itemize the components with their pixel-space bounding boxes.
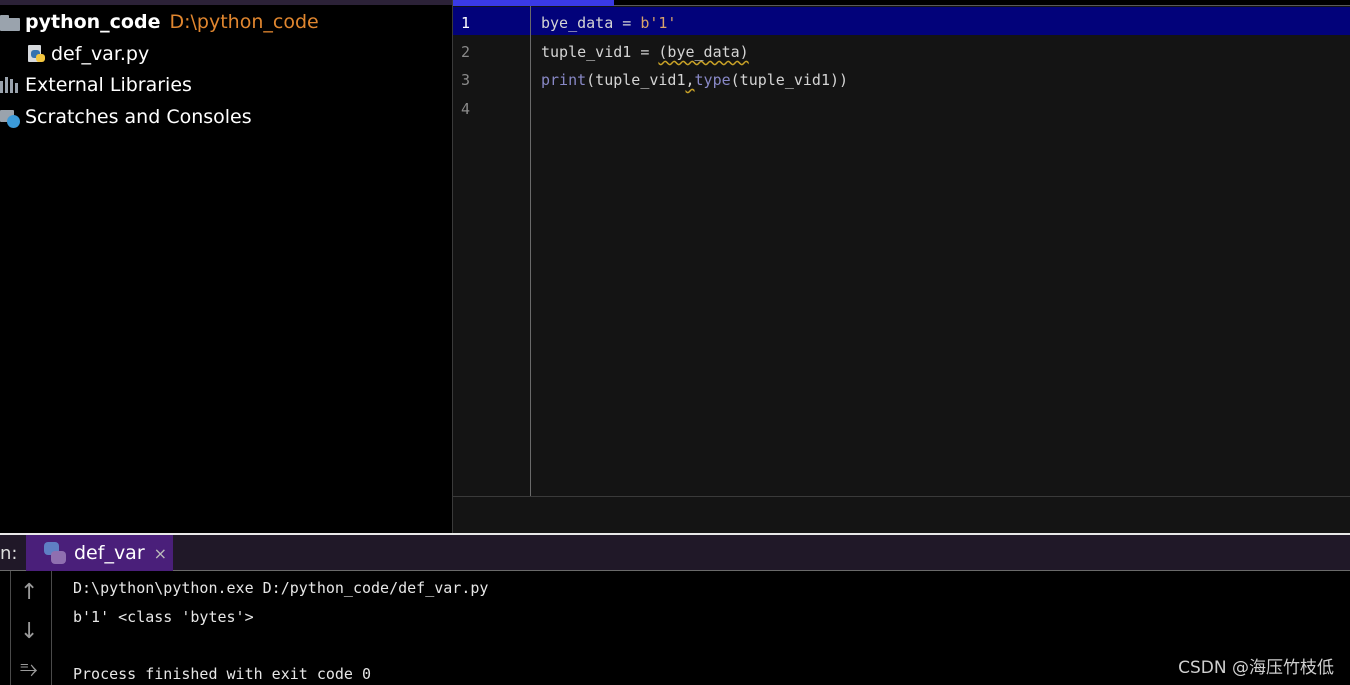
scratches-icon bbox=[0, 107, 22, 128]
console-line: b'1' <class 'bytes'> bbox=[73, 608, 254, 626]
soft-wrap-icon[interactable]: ⥱ bbox=[20, 659, 38, 681]
code-line-2[interactable]: tuple_vid1 = (bye_data) bbox=[541, 43, 749, 61]
arrow-down-icon[interactable]: ↓ bbox=[20, 621, 38, 643]
line-number: 3 bbox=[461, 71, 471, 89]
scratches-label: Scratches and Consoles bbox=[25, 106, 252, 128]
tree-item-def-var-file[interactable]: def_var.py bbox=[26, 40, 149, 68]
arrow-up-icon[interactable]: ↑ bbox=[20, 582, 38, 604]
redundant-parentheses-warning: (bye_data) bbox=[658, 43, 749, 61]
pep8-comma-warning: , bbox=[685, 71, 695, 89]
code-line-1[interactable]: bye_data = b'1' bbox=[541, 14, 676, 32]
line-number: 1 bbox=[461, 14, 471, 32]
run-tab-label: def_var bbox=[74, 542, 145, 564]
run-label: n: bbox=[0, 543, 18, 564]
python-icon bbox=[44, 542, 66, 564]
run-tool-window-header: n: def_var × bbox=[0, 533, 1350, 571]
file-name: def_var.py bbox=[51, 43, 150, 65]
line-number: 2 bbox=[461, 43, 471, 61]
console-line: Process finished with exit code 0 bbox=[73, 665, 372, 683]
project-name: python_code bbox=[25, 11, 161, 33]
run-console[interactable]: ↑ ↓ ⥱ D:\python\python.exe D:/python_cod… bbox=[0, 571, 1350, 685]
project-path: D:\python_code bbox=[169, 11, 319, 33]
editor-tab-strip bbox=[453, 0, 1350, 6]
line-number: 4 bbox=[461, 100, 471, 118]
panel-top-strip bbox=[0, 0, 452, 5]
console-line: D:\python\python.exe D:/python_code/def_… bbox=[73, 579, 489, 597]
external-libraries-label: External Libraries bbox=[25, 74, 192, 96]
library-icon bbox=[0, 75, 22, 95]
code-line-3[interactable]: print(tuple_vid1,type(tuple_vid1)) bbox=[541, 71, 848, 89]
tree-item-external-libraries[interactable]: External Libraries bbox=[0, 71, 192, 99]
close-icon[interactable]: × bbox=[154, 544, 167, 563]
code-editor[interactable]: 1 2 3 4 bye_data = b'1' tuple_vid1 = (by… bbox=[452, 0, 1350, 533]
tree-item-project-root[interactable]: python_code D:\python_code bbox=[0, 8, 319, 36]
project-panel: python_code D:\python_code def_var.py Ex… bbox=[0, 0, 452, 533]
tree-item-scratches[interactable]: Scratches and Consoles bbox=[0, 103, 252, 131]
editor-bottom-border bbox=[453, 496, 1350, 497]
python-file-icon bbox=[26, 44, 48, 64]
run-tab-def-var[interactable]: def_var × bbox=[26, 535, 173, 571]
watermark: CSDN @海压竹枝低 bbox=[1178, 658, 1334, 678]
folder-icon bbox=[0, 12, 22, 32]
